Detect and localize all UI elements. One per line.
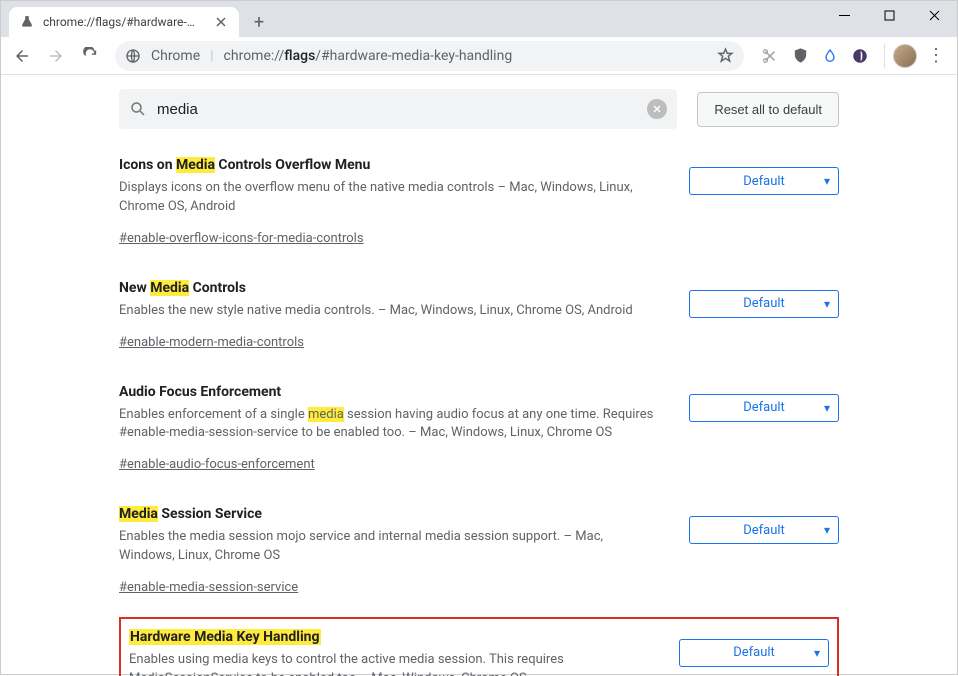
address-bar[interactable]: Chrome | chrome://flags/#hardware-media-… xyxy=(115,41,744,71)
flag-state-select[interactable]: Default xyxy=(679,639,829,667)
flag-title: Audio Focus Enforcement xyxy=(119,384,659,400)
flag-anchor-link[interactable]: #enable-overflow-icons-for-media-control… xyxy=(119,231,364,246)
omnibox-url: chrome://flags/#hardware-media-key-handl… xyxy=(224,48,513,64)
bookmark-star-icon[interactable] xyxy=(717,47,734,64)
window-close-icon[interactable] xyxy=(912,1,957,29)
search-icon xyxy=(129,100,147,118)
drop-icon[interactable] xyxy=(820,46,840,66)
flag-state-select[interactable]: Default xyxy=(689,167,839,195)
flask-icon xyxy=(19,14,35,30)
flag-anchor-link[interactable]: #enable-media-session-service xyxy=(119,580,298,595)
back-button[interactable] xyxy=(7,41,37,71)
flag-description: Enables the new style native media contr… xyxy=(119,302,659,321)
flag-item: New Media Controls Enables the new style … xyxy=(119,272,839,376)
profile-avatar[interactable] xyxy=(893,44,917,68)
new-tab-button[interactable]: + xyxy=(245,8,273,36)
flag-anchor-link[interactable]: #enable-modern-media-controls xyxy=(119,335,304,350)
shield-icon[interactable] xyxy=(790,46,810,66)
flag-item: Hardware Media Key Handling Enables using… xyxy=(119,617,839,676)
window-minimize-icon[interactable] xyxy=(822,1,867,29)
tab-title: chrome://flags/#hardware-media xyxy=(43,15,203,29)
omnibox-label: Chrome xyxy=(151,48,200,64)
reset-all-button[interactable]: Reset all to default xyxy=(697,92,839,127)
tab-close-icon[interactable] xyxy=(213,14,229,30)
clear-search-icon[interactable] xyxy=(647,99,667,119)
menu-button[interactable]: ⋮ xyxy=(921,41,951,71)
window-maximize-icon[interactable] xyxy=(867,1,912,29)
flag-item: Icons on Media Controls Overflow Menu Dis… xyxy=(119,149,839,272)
flag-state-select[interactable]: Default xyxy=(689,290,839,318)
flag-description: Enables using media keys to control the … xyxy=(129,651,649,676)
forward-button[interactable] xyxy=(41,41,71,71)
flag-item: Audio Focus Enforcement Enables enforceme… xyxy=(119,376,839,499)
flag-description: Enables the media session mojo service a… xyxy=(119,528,659,566)
flag-state-select[interactable]: Default xyxy=(689,394,839,422)
flags-search-input[interactable] xyxy=(157,101,647,118)
window-controls xyxy=(822,1,957,29)
flag-title: New Media Controls xyxy=(119,280,659,296)
flag-description: Displays icons on the overflow menu of t… xyxy=(119,179,659,217)
browser-toolbar: Chrome | chrome://flags/#hardware-media-… xyxy=(1,37,957,75)
reload-button[interactable] xyxy=(75,41,105,71)
window-titlebar: chrome://flags/#hardware-media + xyxy=(1,1,957,37)
flag-anchor-link[interactable]: #enable-audio-focus-enforcement xyxy=(119,457,315,472)
extension-divider xyxy=(884,44,885,68)
flag-title: Hardware Media Key Handling xyxy=(129,629,649,645)
browser-tab[interactable]: chrome://flags/#hardware-media xyxy=(9,7,239,37)
flag-item: Media Session Service Enables the media s… xyxy=(119,498,839,621)
page-content: Reset all to default Icons on Media Cont… xyxy=(1,75,957,676)
circle-icon[interactable] xyxy=(850,46,870,66)
flag-title: Icons on Media Controls Overflow Menu xyxy=(119,157,659,173)
scissors-icon[interactable] xyxy=(760,46,780,66)
flag-description: Enables enforcement of a single media se… xyxy=(119,406,659,444)
flag-state-select[interactable]: Default xyxy=(689,516,839,544)
flags-search-box[interactable] xyxy=(119,89,677,129)
extension-icons xyxy=(754,46,876,66)
site-info-icon[interactable] xyxy=(125,48,141,64)
flag-title: Media Session Service xyxy=(119,506,659,522)
